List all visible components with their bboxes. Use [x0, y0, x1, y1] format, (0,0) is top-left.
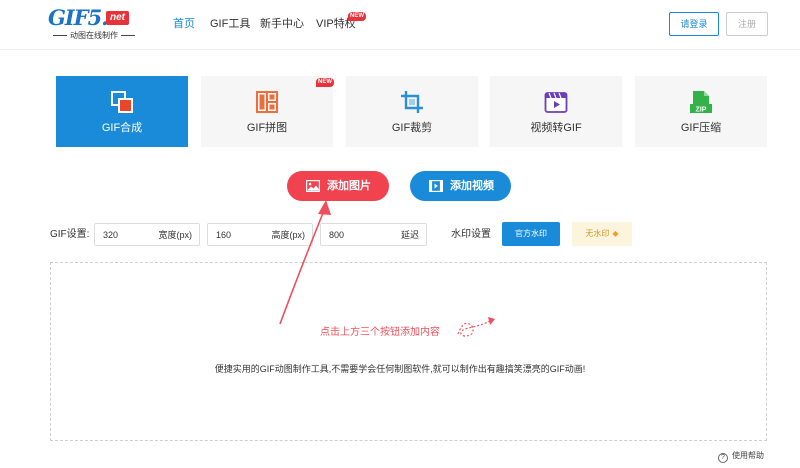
no-watermark-label: 无水印 — [585, 229, 610, 238]
width-field[interactable]: 宽度(px) — [94, 223, 200, 246]
drop-zone[interactable] — [50, 262, 767, 441]
height-field[interactable]: 高度(px) — [207, 223, 313, 246]
tool-label: GIF合成 — [101, 122, 143, 134]
logo-net-badge: net — [106, 11, 129, 25]
width-unit: 宽度(px) — [158, 230, 193, 240]
crop-icon — [401, 91, 423, 113]
diamond-icon: ◆ — [612, 229, 619, 238]
gif-compose-icon — [111, 91, 133, 113]
pointer-arrow-head — [318, 200, 331, 215]
gif-puzzle-icon — [256, 91, 278, 113]
nav-item-beginner[interactable]: 新手中心 — [260, 17, 304, 31]
help-link[interactable]: ? 使用帮助 — [718, 450, 764, 463]
video-icon — [429, 180, 443, 192]
width-input[interactable] — [103, 228, 151, 242]
nav-item-home[interactable]: 首页 — [173, 17, 195, 31]
vip-new-badge: NEW — [348, 12, 366, 21]
tool-video-to-gif[interactable]: 视频转GIF — [490, 76, 622, 147]
height-unit: 高度(px) — [271, 230, 306, 240]
no-watermark-button[interactable]: 无水印 ◆ — [572, 222, 632, 246]
tool-gif-puzzle[interactable]: GIF拼图 NEW — [201, 76, 334, 147]
add-video-label: 添加视频 — [450, 180, 494, 192]
add-image-button[interactable]: 添加图片 — [287, 171, 389, 201]
zip-icon: ZIP — [690, 91, 712, 114]
logo-tagline: 动图在线制作 — [48, 31, 140, 41]
video-to-gif-icon — [544, 92, 568, 113]
image-icon — [306, 180, 320, 192]
official-watermark-button[interactable]: 官方水印 — [502, 222, 560, 246]
logo-text: GIF5. — [48, 5, 109, 30]
register-button[interactable]: 注册 — [726, 12, 768, 36]
header: GIF5. net 动图在线制作 首页 GIF工具 新手中心 VIP特权 NEW… — [0, 0, 800, 50]
tool-gif-compress[interactable]: ZIP GIF压缩 — [635, 76, 767, 147]
tool-description: 便捷实用的GIF动图制作工具,不需要学会任何制图软件,就可以制作出有趣搞笑漂亮的… — [214, 364, 586, 374]
height-input[interactable] — [216, 228, 264, 242]
tool-gif-crop[interactable]: GIF裁剪 — [346, 76, 478, 147]
delay-unit: 延迟 — [400, 230, 419, 240]
login-button[interactable]: 请登录 — [669, 12, 719, 36]
tool-gif-compose[interactable]: GIF合成 — [56, 76, 188, 147]
puzzle-new-badge: NEW — [316, 78, 334, 87]
watermark-label: 水印设置 — [451, 229, 491, 240]
delay-field[interactable]: 延迟 — [320, 223, 427, 246]
add-video-button[interactable]: 添加视频 — [410, 171, 511, 201]
delay-input[interactable] — [329, 228, 377, 242]
gif-settings-label: GIF设置: — [50, 229, 90, 240]
add-image-label: 添加图片 — [327, 180, 371, 192]
zip-icon-text: ZIP — [696, 107, 707, 114]
question-icon: ? — [718, 453, 728, 463]
tool-label: GIF压缩 — [680, 122, 722, 134]
nav-item-gif-tools[interactable]: GIF工具 — [210, 17, 250, 31]
tool-label: GIF拼图 — [246, 122, 288, 134]
drop-hint: 点击上方三个按钮添加内容 — [320, 327, 440, 338]
tool-label: GIF裁剪 — [391, 122, 433, 134]
logo[interactable]: GIF5. net 动图在线制作 — [48, 7, 140, 43]
help-label: 使用帮助 — [732, 451, 764, 460]
tool-label: 视频转GIF — [530, 122, 582, 134]
